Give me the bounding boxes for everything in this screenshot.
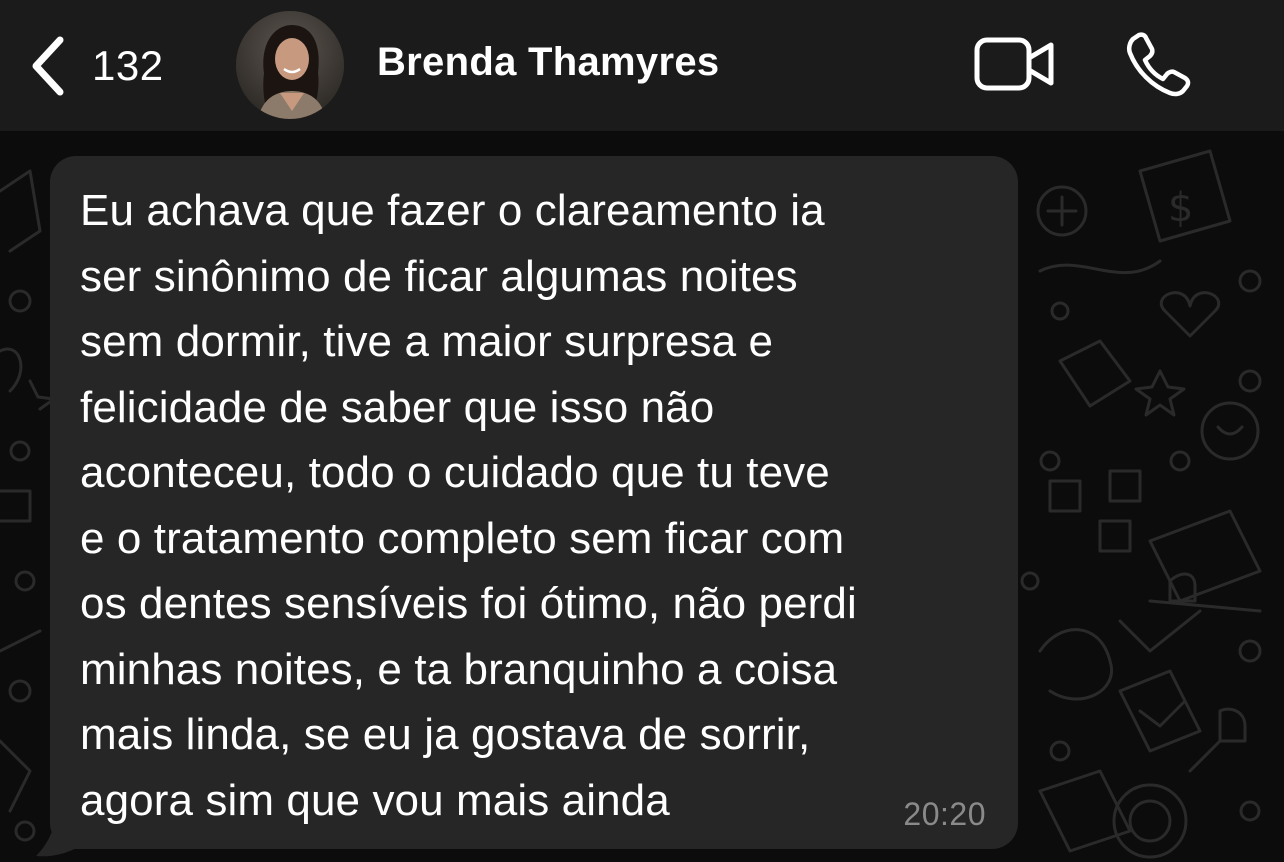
contact-name[interactable]: Brenda Thamyres xyxy=(377,40,719,85)
video-call-button[interactable] xyxy=(974,36,1056,92)
unread-count: 132 xyxy=(92,42,164,89)
message-bubble[interactable]: Eu achava que fazer o clareamento ia ser… xyxy=(50,156,1018,849)
chat-screen: 132 Brenda Thamyres $ Eu achava que faze… xyxy=(0,0,1284,862)
video-camera-icon xyxy=(974,37,1054,91)
voice-call-button[interactable] xyxy=(1124,31,1192,97)
avatar[interactable] xyxy=(236,11,344,119)
message-timestamp: 20:20 xyxy=(903,796,986,832)
chevron-left-icon xyxy=(32,36,64,96)
back-button[interactable]: 132 xyxy=(30,28,164,104)
phone-icon xyxy=(1126,32,1191,97)
message-text: Eu achava que fazer o clareamento ia ser… xyxy=(80,186,857,825)
chat-header: 132 Brenda Thamyres xyxy=(0,0,1284,131)
svg-text:$: $ xyxy=(1168,185,1193,231)
